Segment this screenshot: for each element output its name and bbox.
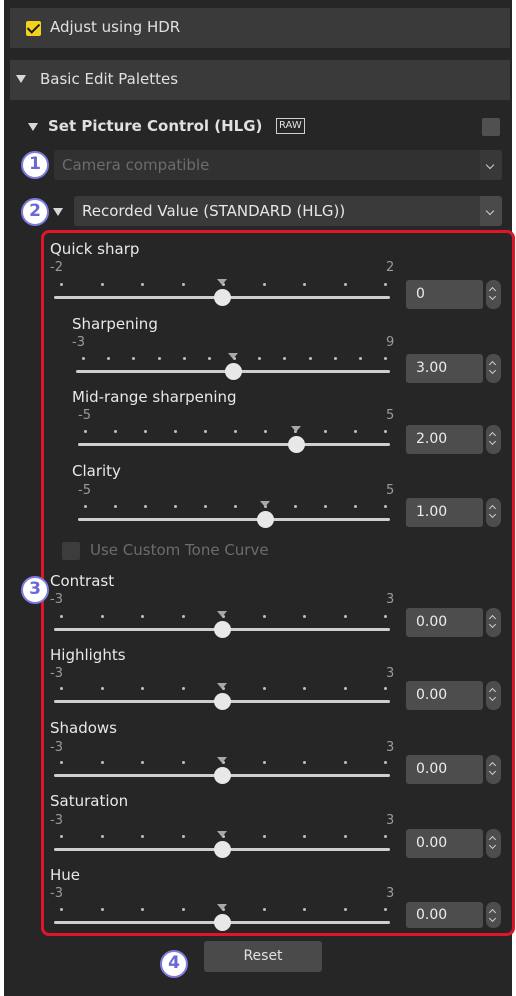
callout-2: 2 [21, 198, 49, 226]
picture-control-triangle-icon[interactable] [28, 123, 38, 131]
raw-badge: RAW [276, 118, 305, 134]
sliders-highlight-box [41, 230, 515, 936]
recorded-value-text: Recorded Value (STANDARD (HLG)) [82, 202, 346, 220]
callout-4: 4 [160, 950, 188, 978]
hdr-checkbox[interactable] [26, 21, 41, 36]
basic-edit-label: Basic Edit Palettes [40, 70, 179, 88]
picture-control-title: Set Picture Control (HLG) [48, 117, 263, 135]
camera-compatible-value: Camera compatible [62, 156, 210, 174]
recorded-value-select[interactable]: Recorded Value (STANDARD (HLG)) [74, 196, 502, 226]
basic-edit-header[interactable]: Basic Edit Palettes [10, 60, 510, 100]
picture-control-checkbox[interactable] [482, 118, 500, 136]
reset-button[interactable]: Reset [204, 941, 322, 972]
hdr-row: Adjust using HDR [10, 8, 510, 48]
recorded-value-triangle-icon[interactable] [53, 208, 63, 216]
hdr-label: Adjust using HDR [50, 18, 181, 36]
callout-1: 1 [21, 151, 49, 179]
collapse-triangle-icon [16, 75, 26, 83]
chevron-down-icon [480, 150, 502, 180]
chevron-down-icon [480, 196, 502, 226]
callout-3: 3 [21, 576, 49, 604]
camera-compatible-select[interactable]: Camera compatible [54, 150, 502, 180]
